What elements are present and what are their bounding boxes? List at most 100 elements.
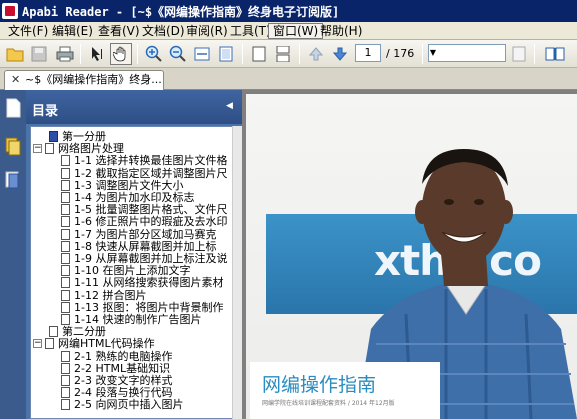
outline-item[interactable]: 2-1 熟练的电脑操作 bbox=[31, 349, 237, 363]
outline-item-label: 1-13 抠图：将图片中背景制作 bbox=[74, 300, 224, 314]
outline-page-icon[interactable] bbox=[4, 98, 22, 118]
outline-item-label: 1-1 选择并转换最佳图片文件格 bbox=[74, 154, 228, 168]
fit-page-icon[interactable] bbox=[215, 43, 237, 65]
outline-item[interactable]: 1-6 修正照片中的瑕疵及去水印 bbox=[31, 216, 237, 228]
zoom-input[interactable] bbox=[428, 44, 506, 62]
outline-item-label: 网编HTML代码操作 bbox=[58, 337, 155, 351]
open-folder-icon[interactable] bbox=[4, 43, 26, 65]
document-icon bbox=[61, 375, 70, 386]
page-number-input[interactable]: 1 bbox=[355, 44, 381, 62]
left-rail bbox=[0, 90, 26, 419]
single-page-icon[interactable] bbox=[248, 43, 270, 65]
document-icon bbox=[61, 362, 70, 374]
outline-panel: 目录 ◀ 第一分册 − 网络图片处理 1-1 选择并转换最佳图片文件格 1-2 截取指定… bbox=[26, 90, 242, 419]
outline-panel-title: 目录 bbox=[32, 104, 59, 119]
outline-item-label: 2-1 熟练的电脑操作 bbox=[74, 349, 173, 363]
select-arrow-icon[interactable] bbox=[86, 43, 108, 65]
continuous-page-icon[interactable] bbox=[272, 43, 294, 65]
menu-edit[interactable]: 编辑(E) bbox=[48, 23, 97, 39]
document-icon bbox=[61, 253, 70, 264]
apabi-app-icon[interactable] bbox=[2, 3, 18, 19]
fit-width-icon[interactable] bbox=[191, 43, 213, 65]
outline-item[interactable]: 1-3 调整图片文件大小 bbox=[31, 178, 237, 192]
bookmarks-icon[interactable] bbox=[4, 170, 22, 190]
document-icon bbox=[61, 277, 70, 289]
toolbar: 1 / 176 ▼ bbox=[0, 40, 577, 68]
window-title: Apabi Reader - [~$《网编操作指南》终身电子订阅版] bbox=[22, 5, 340, 19]
document-tab-bar: ✕ ~$《网编操作指南》终身... bbox=[0, 68, 577, 90]
page-total: / 176 bbox=[386, 47, 415, 60]
document-icon bbox=[61, 167, 70, 179]
close-icon[interactable]: ✕ bbox=[11, 71, 20, 89]
outline-item-label: 1-2 截取指定区域并调整图片尺 bbox=[74, 166, 228, 180]
menu-bar: 文件(F) 编辑(E) 查看(V) 文档(D) 审阅(R) 工具(T) 窗口(W… bbox=[0, 22, 577, 40]
document-tab[interactable]: ✕ ~$《网编操作指南》终身... bbox=[4, 70, 164, 90]
menu-help[interactable]: 帮助(H) bbox=[316, 23, 366, 39]
hand-tool-icon[interactable] bbox=[110, 43, 132, 65]
collapse-panel-icon[interactable]: ◀ bbox=[226, 101, 233, 111]
outline-item[interactable]: 1-11 从网络搜索获得图片素材 bbox=[31, 277, 237, 289]
menu-window[interactable]: 窗口(W) bbox=[268, 23, 324, 39]
outline-item[interactable]: 1-7 为图片部分区域加马赛克 bbox=[31, 227, 237, 241]
outline-item[interactable]: 1-1 选择并转换最佳图片文件格 bbox=[31, 155, 237, 167]
next-page-icon[interactable] bbox=[329, 43, 351, 65]
document-view[interactable]: xthe co 网编操作指南 网编学院在线培训课程配套资料 / 2014 年12… bbox=[242, 90, 577, 419]
document-icon bbox=[61, 350, 70, 362]
document-icon bbox=[61, 204, 70, 216]
title-bar: Apabi Reader - [~$《网编操作指南》终身电子订阅版] bbox=[0, 0, 577, 22]
zoom-out-icon[interactable] bbox=[167, 43, 189, 65]
outline-item-label: 1-12 拼合图片 bbox=[74, 288, 147, 302]
outline-item-label: 1-7 为图片部分区域加马赛克 bbox=[74, 227, 217, 241]
book-icon[interactable] bbox=[544, 43, 566, 65]
outline-item-label: 2-2 HTML基础知识 bbox=[74, 361, 171, 375]
document-page: xthe co 网编操作指南 网编学院在线培训课程配套资料 / 2014 年12… bbox=[246, 94, 577, 419]
outline-item[interactable]: 1-12 拼合图片 bbox=[31, 288, 237, 302]
zoom-in-icon[interactable] bbox=[143, 43, 165, 65]
document-icon bbox=[61, 228, 70, 240]
document-icon bbox=[61, 289, 70, 301]
document-icon bbox=[61, 314, 70, 325]
document-icon bbox=[49, 326, 58, 338]
previous-page-icon[interactable] bbox=[305, 43, 327, 65]
document-icon bbox=[61, 216, 70, 228]
document-tab-label: ~$《网编操作指南》终身... bbox=[25, 73, 162, 86]
document-icon bbox=[61, 387, 70, 399]
outline-scrollbar[interactable] bbox=[232, 126, 242, 419]
document-icon bbox=[61, 399, 70, 411]
outline-section[interactable]: − 网编HTML代码操作 bbox=[31, 338, 237, 350]
save-icon[interactable] bbox=[28, 43, 50, 65]
page-action-icon[interactable] bbox=[508, 43, 530, 65]
outline-item-label: 1-8 快速从屏幕截图并加上标 bbox=[74, 239, 217, 253]
outline-item[interactable]: 2-5 向网页中插入图片 bbox=[31, 399, 237, 411]
document-icon bbox=[61, 179, 70, 191]
document-icon bbox=[61, 265, 70, 277]
document-icon bbox=[61, 240, 70, 252]
outline-item[interactable]: 1-2 截取指定区域并调整图片尺 bbox=[31, 166, 237, 180]
document-icon bbox=[61, 192, 70, 203]
outline-item[interactable]: 2-2 HTML基础知识 bbox=[31, 361, 237, 375]
outline-item-label: 1-3 调整图片文件大小 bbox=[74, 178, 184, 192]
document-icon bbox=[49, 131, 58, 142]
document-icon bbox=[61, 301, 70, 313]
chevron-down-icon[interactable]: ▼ bbox=[428, 44, 438, 62]
outline-item-label: 2-5 向网页中插入图片 bbox=[74, 398, 184, 412]
outline-item-label: 1-6 修正照片中的瑕疵及去水印 bbox=[74, 215, 228, 229]
collapse-toggle-icon[interactable]: − bbox=[33, 339, 42, 349]
menu-view[interactable]: 查看(V) bbox=[94, 23, 144, 39]
print-icon[interactable] bbox=[54, 43, 76, 65]
outline-panel-header: 目录 ◀ bbox=[26, 90, 242, 124]
menu-file[interactable]: 文件(F) bbox=[4, 23, 52, 39]
outline-tree: 第一分册 − 网络图片处理 1-1 选择并转换最佳图片文件格 1-2 截取指定区域并调整… bbox=[30, 126, 240, 419]
attachments-icon[interactable] bbox=[4, 136, 22, 156]
book-subtitle: 网编学院在线培训课程配套资料 / 2014 年12月版 bbox=[262, 400, 395, 407]
outline-item[interactable]: 1-13 抠图：将图片中背景制作 bbox=[31, 300, 237, 314]
document-icon bbox=[61, 155, 70, 167]
menu-review[interactable]: 审阅(R) bbox=[182, 23, 232, 39]
outline-item[interactable]: 1-8 快速从屏幕截图并加上标 bbox=[31, 239, 237, 253]
folder-icon bbox=[45, 143, 54, 155]
collapse-toggle-icon[interactable]: − bbox=[33, 144, 42, 154]
book-title: 网编操作指南 bbox=[262, 374, 377, 396]
book-title-card: 网编操作指南 网编学院在线培训课程配套资料 / 2014 年12月版 bbox=[250, 362, 440, 419]
outline-item-label: 1-11 从网络搜索获得图片素材 bbox=[74, 276, 224, 290]
folder-icon bbox=[45, 338, 54, 350]
